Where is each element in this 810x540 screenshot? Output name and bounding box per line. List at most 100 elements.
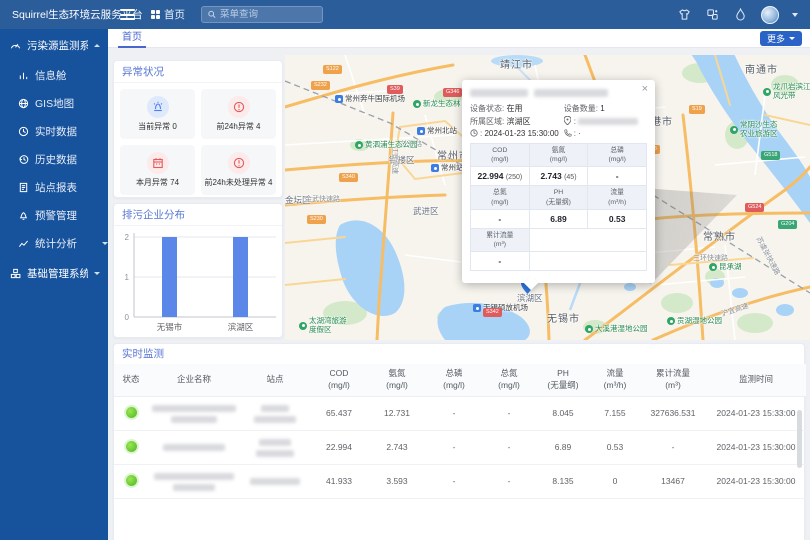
flame-icon[interactable]	[733, 7, 748, 22]
popup-metric-value: -	[471, 209, 530, 228]
monitor-col-总氮: 总氮(mg/l)	[482, 364, 536, 396]
metric-cell: 0	[590, 464, 640, 498]
map-label-poi-green: 黄泗浦生态公园	[355, 141, 418, 150]
road-badge-S230: S230	[307, 215, 326, 224]
sidebar-item-label: 历史数据	[35, 152, 77, 167]
company-cell-redacted	[148, 396, 240, 430]
road-badge-G346: G346	[443, 88, 462, 97]
map-label-district: 金坛区	[285, 194, 311, 206]
map-label-poi-green: 大溪港湿地公园	[585, 325, 648, 334]
chart-panel-title: 排污企业分布	[114, 204, 282, 226]
map-label-poi-green: 太湖湾旅游 度假区	[299, 317, 347, 334]
sidebar-item-GIS地图[interactable]: GIS地图	[0, 89, 108, 117]
poi-label-text: 龙爪岩滨江 风光带	[773, 83, 810, 100]
popup-metrics-table: COD(mg/l)氨氮(mg/l)总磷(mg/l)22.994 (250)2.7…	[470, 143, 647, 271]
monitor-col-累计流量: 累计流量(m³)	[640, 364, 706, 396]
road-badge-G524: G524	[745, 203, 764, 212]
park-poi-icon	[763, 88, 771, 96]
user-avatar[interactable]	[761, 6, 779, 24]
sidebar-item-label: 实时数据	[35, 124, 77, 139]
map-label-poi-green: 龙爪岩滨江 风光带	[763, 83, 810, 100]
popup-metric-header: 流量(m³/h)	[588, 186, 647, 209]
topbar-home-link[interactable]: 首页	[151, 7, 185, 22]
metric-cell: 2024-01-23 15:33:00	[706, 396, 806, 430]
road-badge-S342: S342	[483, 308, 502, 317]
abnormal-card-label: 当前异常 0	[138, 121, 177, 132]
park-poi-icon	[585, 325, 593, 333]
gis-map[interactable]: 靖江市南通市常州市无锡市常熟市张家港市钟楼区武进区金坛区滨湖区外环路江宜高速金武…	[285, 55, 810, 340]
theme-skin-icon[interactable]	[677, 7, 692, 22]
table-row[interactable]: 65.43712.731--8.0457.155327636.5312024-0…	[114, 396, 806, 430]
transport-poi-icon	[335, 95, 343, 103]
main-content: 首页 更多 异常状况 当前异常 0 前24h异常 4本月异常 74前24h未处理异…	[108, 29, 810, 540]
report-icon	[18, 182, 29, 193]
metric-cell: -	[426, 396, 482, 430]
poi-label-text: 太湖湾旅游 度假区	[309, 317, 347, 334]
device-time: : 2024-01-23 15:30:00	[470, 129, 564, 138]
sidebar-group-label: 污染源监测系统	[27, 38, 88, 53]
map-info-popup: × 设备状态: 在用 设备数量: 1 所属区域: 滨湖区 : : 2024-01…	[462, 80, 655, 283]
popup-title-redacted	[470, 87, 647, 99]
monitor-col-总磷: 总磷(mg/l)	[426, 364, 482, 396]
poi-label-text: 无锡硕放机场	[483, 304, 528, 313]
abnormal-card-0[interactable]: 当前异常 0	[120, 89, 195, 139]
menu-search[interactable]	[201, 6, 323, 23]
sidebar-item-统计分析[interactable]: 统计分析	[0, 229, 108, 257]
sidebar-item-label: 站点报表	[35, 180, 77, 195]
park-poi-icon	[355, 141, 363, 149]
map-label-road: 苏虞张快速路	[754, 235, 783, 277]
poi-label-text: 黄泗浦生态公园	[365, 141, 418, 150]
poi-label-text: 常州北站	[427, 127, 457, 136]
status-dot-green	[126, 475, 137, 486]
park-poi-icon	[709, 263, 717, 271]
popup-metric-header: 总磷(mg/l)	[588, 144, 647, 167]
sidebar-item-站点报表[interactable]: 站点报表	[0, 173, 108, 201]
metric-cell: 13467	[640, 464, 706, 498]
search-input[interactable]	[220, 9, 316, 20]
phone-icon	[564, 129, 572, 137]
hamburger-menu-icon[interactable]	[120, 9, 135, 20]
metric-cell: -	[482, 430, 536, 464]
road-badge-S122: S122	[323, 65, 342, 74]
more-button-label: 更多	[767, 32, 785, 45]
tab-home[interactable]: 首页	[118, 29, 146, 48]
table-scrollbar[interactable]	[797, 410, 802, 468]
sidebar-item-信息舱[interactable]: 信息舱	[0, 61, 108, 89]
status-dot-green	[126, 407, 137, 418]
abnormal-card-1[interactable]: 前24h异常 4	[201, 89, 276, 139]
svg-text:无锡市: 无锡市	[157, 322, 183, 332]
map-label-poi-blue: 常州站	[431, 164, 464, 173]
poi-label-text: 常阴沙生态 农业旅游区	[740, 121, 778, 138]
poi-label-text: 昆承湖	[719, 263, 742, 272]
more-button[interactable]: 更多	[760, 31, 802, 46]
sidebar-item-预警管理[interactable]: 预警管理	[0, 201, 108, 229]
poi-label-text: 常州奔牛国际机场	[345, 95, 405, 104]
brand-logo: Squirrel生态环境云服务平台	[0, 7, 108, 22]
topbar: Squirrel生态环境云服务平台 首页	[0, 0, 810, 29]
park-poi-icon	[730, 126, 738, 134]
multi-screen-icon[interactable]	[705, 7, 720, 22]
popup-empty-cell	[529, 228, 646, 251]
sidebar-item-历史数据[interactable]: 历史数据	[0, 145, 108, 173]
exclamation-circle-icon	[228, 152, 250, 174]
abnormal-panel-title: 异常状况	[114, 61, 282, 83]
map-label-city: 南通市	[745, 61, 778, 76]
abnormal-card-3[interactable]: 前24h未处理异常 4	[201, 145, 276, 195]
popup-metric-value: -	[588, 167, 647, 186]
svg-text:1: 1	[125, 273, 130, 282]
metric-cell: 22.994	[310, 430, 368, 464]
device-address: :	[564, 116, 647, 127]
sidebar-group-0[interactable]: 污染源监测系统	[0, 29, 108, 61]
table-row[interactable]: 41.9333.593--8.1350134672024-01-23 15:30…	[114, 464, 806, 498]
abnormal-card-2[interactable]: 本月异常 74	[120, 145, 195, 195]
grid-icon	[151, 10, 160, 19]
user-menu-chevron-down-icon[interactable]	[792, 13, 798, 17]
transport-poi-icon	[473, 304, 481, 312]
popup-close-icon[interactable]: ×	[642, 84, 648, 95]
popup-metric-header: COD(mg/l)	[471, 144, 530, 167]
metric-cell: 7.155	[590, 396, 640, 430]
sidebar-item-实时数据[interactable]: 实时数据	[0, 117, 108, 145]
calendar-icon	[147, 152, 169, 174]
sidebar-group-1[interactable]: 基础管理系统	[0, 257, 108, 289]
table-row[interactable]: 22.9942.743--6.890.53-2024-01-23 15:30:0…	[114, 430, 806, 464]
